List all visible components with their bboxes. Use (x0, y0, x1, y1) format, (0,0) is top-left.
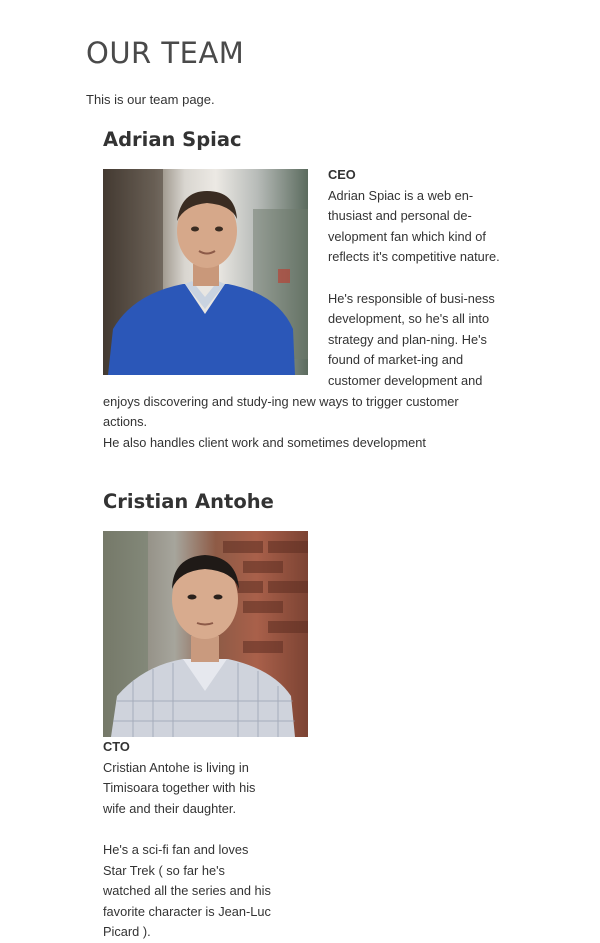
team-member-adrian: Adrian Spiac CEO Adrian Spiac is a web e… (103, 128, 503, 453)
intro-text: This is our team page. (86, 92, 215, 107)
page-title: OUR TEAM (86, 36, 245, 70)
member-name: Adrian Spiac (103, 128, 242, 151)
team-member-cristian: Cristian Antohe CTO Cristian Antohe is l… (103, 490, 503, 943)
member-photo-adrian (103, 169, 308, 375)
member-bio-paragraph: He also handles client work and sometime… (103, 434, 426, 450)
member-name: Cristian Antohe (103, 490, 274, 513)
member-photo-cristian (103, 531, 308, 737)
member-bio-paragraph: Cristian Antohe is living in Timisoara t… (103, 759, 256, 816)
member-bio-paragraph: He's a sci-fi fan and loves Star Trek ( … (103, 841, 271, 940)
